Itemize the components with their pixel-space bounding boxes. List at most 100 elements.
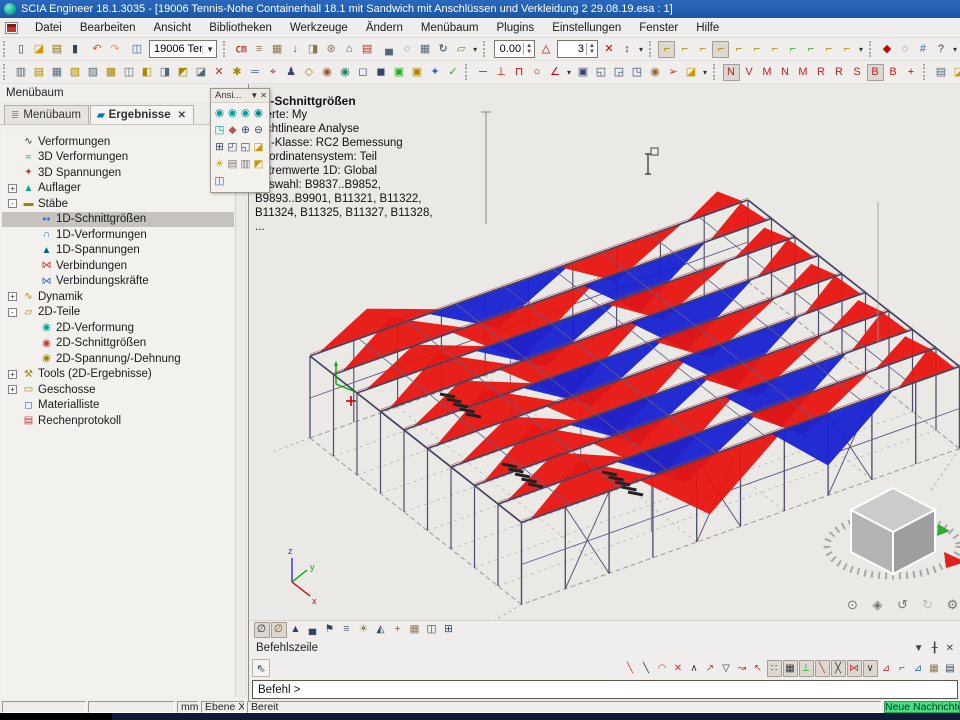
- cube-zoom-icon[interactable]: ⊙: [845, 596, 861, 612]
- clipboard-picture-icon[interactable]: ◩: [252, 156, 265, 173]
- draw-perpendicular-icon[interactable]: ⊥: [493, 64, 510, 81]
- snap-line-end-icon[interactable]: ╲: [639, 660, 654, 677]
- floating-view-toolbar[interactable]: Ansi... ▼ ✕ ◉◉◉◉◳◆⊕⊖⊞◰◱◪☀▤▥◩◫: [210, 88, 270, 193]
- select-filled-icon[interactable]: ◼: [373, 64, 390, 81]
- document-icon[interactable]: ▱: [453, 41, 470, 58]
- toggle-grid-view-icon[interactable]: ▦: [407, 622, 423, 638]
- snap-grid-line-icon[interactable]: ▦: [783, 660, 798, 677]
- menu-men-baum[interactable]: Menübaum: [412, 20, 488, 36]
- result-V-icon[interactable]: V: [741, 64, 758, 81]
- toolbar-grip[interactable]: [3, 64, 8, 80]
- redo-icon[interactable]: ↷: [107, 41, 124, 58]
- chevron-down-icon[interactable]: ▼: [202, 45, 214, 54]
- section-lookup-icon[interactable]: ◌: [896, 41, 913, 58]
- tree-item-1d-spannungen[interactable]: ▲1D-Spannungen: [2, 243, 234, 259]
- undo-icon[interactable]: ↶: [89, 41, 106, 58]
- beam-view-8-icon[interactable]: ◧: [139, 64, 156, 81]
- draw-line-icon[interactable]: ─: [475, 64, 492, 81]
- storeys-icon[interactable]: ⌂: [341, 41, 358, 58]
- more-draw-icon[interactable]: ▾: [565, 64, 574, 81]
- import-icon[interactable]: ▤: [49, 41, 66, 58]
- tree-item-dynamik[interactable]: +∿Dynamik: [2, 289, 234, 305]
- toggle-grid-icon[interactable]: ⌐: [838, 41, 855, 58]
- beam-view-7-icon[interactable]: ◫: [121, 64, 138, 81]
- tree-item-2d-schnittgr-en[interactable]: ◉2D-Schnittgrößen: [2, 336, 234, 352]
- scale-spinner[interactable]: 0.00 ▲▼: [494, 40, 535, 58]
- menu-bearbeiten[interactable]: Bearbeiten: [71, 20, 145, 36]
- toggle-render-a-icon[interactable]: ◉: [319, 64, 336, 81]
- explode-tool-icon[interactable]: ✱: [229, 64, 246, 81]
- cube-settings-icon[interactable]: ⚙: [945, 596, 960, 612]
- view-yz-icon[interactable]: ◉: [239, 105, 252, 122]
- toolbar-grip[interactable]: [713, 64, 718, 80]
- search-icon[interactable]: ◌: [399, 41, 416, 58]
- render-mode-icon[interactable]: ◆: [226, 122, 239, 139]
- snap-intersection-icon[interactable]: ⋈: [847, 660, 862, 677]
- close-icon[interactable]: ✕: [178, 110, 186, 121]
- view-axo-icon[interactable]: ◉: [252, 105, 265, 122]
- spinner-arrows-icon[interactable]: ▲▼: [523, 43, 534, 55]
- beam-view-6-icon[interactable]: ▩: [103, 64, 120, 81]
- snap-ortho-icon[interactable]: ⊥: [799, 660, 814, 677]
- collapse-icon[interactable]: -: [8, 308, 17, 317]
- more-documents-icon[interactable]: ▾: [471, 41, 480, 58]
- snap-length-icon[interactable]: ⌐: [895, 660, 910, 677]
- menu-plugins[interactable]: Plugins: [487, 20, 543, 36]
- delete-results-icon[interactable]: ✕: [600, 41, 617, 58]
- menu-einstellungen[interactable]: Einstellungen: [543, 20, 630, 36]
- draw-circle-icon[interactable]: ○: [529, 64, 546, 81]
- load-view-icon[interactable]: ◪: [252, 139, 265, 156]
- toggle-supports-view-icon[interactable]: ▲: [288, 622, 304, 638]
- beam-view-5-icon[interactable]: ▨: [85, 64, 102, 81]
- toolbar-grip[interactable]: [923, 64, 928, 80]
- result-M-icon[interactable]: M: [759, 64, 776, 81]
- more-views-icon[interactable]: ▾: [701, 64, 710, 81]
- snap-vertex-icon[interactable]: ∧: [687, 660, 702, 677]
- select-cursor-icon[interactable]: ◻: [355, 64, 372, 81]
- layers-icon[interactable]: ≡: [251, 41, 268, 58]
- result-M2-icon[interactable]: M: [795, 64, 812, 81]
- calculator-icon[interactable]: ▦: [417, 41, 434, 58]
- menu-werkzeuge[interactable]: Werkzeuge: [281, 20, 357, 36]
- count-spinner[interactable]: 3 ▲▼: [557, 40, 598, 58]
- barriers-icon[interactable]: ▤: [359, 41, 376, 58]
- snap-endpoint-icon[interactable]: ↗: [703, 660, 718, 677]
- more-scales-icon[interactable]: ▾: [636, 41, 645, 58]
- menu-hilfe[interactable]: Hilfe: [687, 20, 728, 36]
- units-cm-icon[interactable]: ㎝: [233, 41, 250, 58]
- toggle-render-b-icon[interactable]: ◉: [337, 64, 354, 81]
- expand-icon[interactable]: +: [8, 385, 17, 394]
- tree-item-2d-verformung[interactable]: ◉2D-Verformung: [2, 320, 234, 336]
- grid-settings-icon[interactable]: #: [914, 41, 931, 58]
- zoom-out-icon[interactable]: ⊖: [252, 122, 265, 139]
- toggle-labels-b-icon[interactable]: ⌐: [802, 41, 819, 58]
- snap-angle-icon[interactable]: ⊿: [879, 660, 894, 677]
- sidebar-scrollbar[interactable]: [235, 130, 247, 697]
- tree-item-auflager[interactable]: +▲Auflager: [2, 181, 234, 197]
- tree-item-verbindungen[interactable]: ⋈Verbindungen: [2, 258, 234, 274]
- cube-orbit-right-icon[interactable]: ↻: [920, 596, 936, 612]
- save-project-icon[interactable]: ▮: [67, 41, 84, 58]
- toggle-loads-icon[interactable]: ⌐: [658, 41, 675, 58]
- status-plane[interactable]: Ebene XY: [201, 701, 245, 713]
- clipping-box-icon[interactable]: ◳: [213, 122, 226, 139]
- beam-view-2-icon[interactable]: ▤: [31, 64, 48, 81]
- toggle-empty-entities-icon[interactable]: ∅: [254, 622, 270, 638]
- toggle-moments-icon[interactable]: ⌐: [694, 41, 711, 58]
- toggle-results-view-icon[interactable]: ▄: [305, 622, 321, 638]
- tree-item-tools-2d-ergebnisse[interactable]: +⚒Tools (2D-Ergebnisse): [2, 367, 234, 383]
- toggle-labels-view-icon[interactable]: ⚑: [322, 622, 338, 638]
- result-N2-icon[interactable]: N: [777, 64, 794, 81]
- activity-icon[interactable]: ↓: [287, 41, 304, 58]
- open-project-icon[interactable]: ◪: [31, 41, 48, 58]
- floating-toolbar-header[interactable]: Ansi... ▼ ✕: [211, 89, 269, 103]
- intersect-a-icon[interactable]: ▣: [391, 64, 408, 81]
- tab-ergebnisse[interactable]: ▰Ergebnisse✕: [90, 105, 194, 124]
- menu-fenster[interactable]: Fenster: [630, 20, 687, 36]
- cut-tool-icon[interactable]: ✕: [211, 64, 228, 81]
- beam-view-10-icon[interactable]: ◩: [175, 64, 192, 81]
- snap-midpoint-icon[interactable]: ╲: [815, 660, 830, 677]
- result-move-icon[interactable]: +: [903, 64, 920, 81]
- draw-angle-icon[interactable]: ∠: [547, 64, 564, 81]
- toggle-labels-a-icon[interactable]: ⌐: [784, 41, 801, 58]
